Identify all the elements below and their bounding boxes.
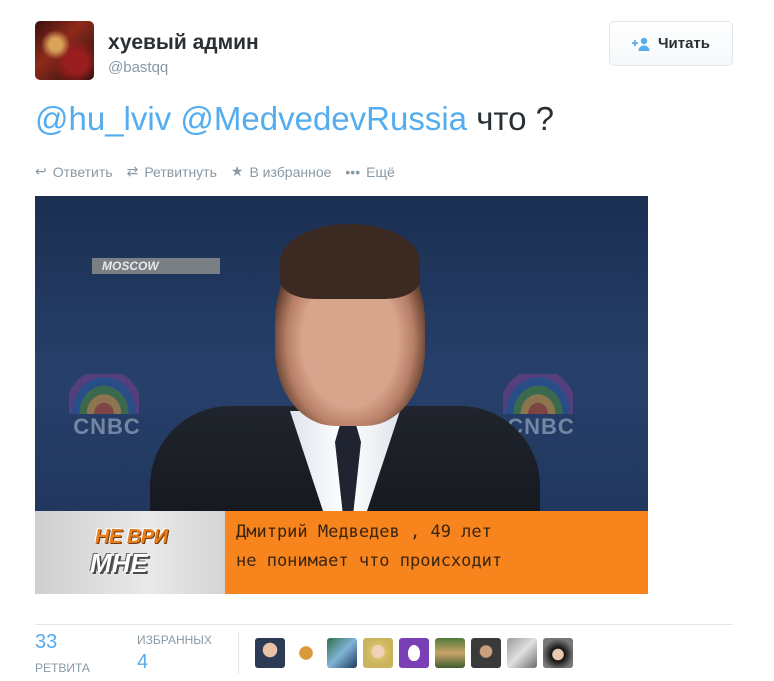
caption-line: Дмитрий Медведев , 49 лет [236,522,492,542]
tweet-stats: 33 РЕТВИТА ИЗБРАННЫХ 4 [35,631,244,675]
author-avatar[interactable] [35,21,94,80]
retweet-stat[interactable]: 33 РЕТВИТА [35,631,105,675]
reply-action[interactable]: ↩ Ответить [35,163,113,180]
more-dots-icon: ••• [345,163,361,180]
tweet-actions: ↩ Ответить ⇄ Ретвитнуть ★ В избранное ••… [35,163,395,180]
egg-icon [408,645,420,661]
cnbc-logo: CNBC [47,374,167,444]
author-name[interactable]: хуевый админ [108,31,259,55]
tweet-text: @hu_lviv @MedvedevRussia что ? [35,100,554,138]
retweet-action[interactable]: ⇄ Ретвитнуть [127,163,217,180]
peacock-icon [503,374,573,414]
favorite-action[interactable]: ★ В избранное [231,163,332,180]
user-avatar[interactable] [507,638,537,668]
reply-label: Ответить [52,163,113,180]
mention-link[interactable]: @MedvedevRussia [180,100,467,137]
follow-button[interactable]: Читать [609,21,733,66]
user-avatar[interactable] [255,638,285,668]
more-label: Ещё [366,163,395,180]
user-avatar[interactable] [291,638,321,668]
favorite-label: В избранное [249,163,332,180]
channel-name: CNBC [73,414,141,439]
favorite-count: 4 [137,651,149,673]
caption-line: не понимает что происходит [236,551,503,571]
author-handle[interactable]: @bastqq [108,59,168,76]
user-avatar[interactable] [327,638,357,668]
more-action[interactable]: ••• Ещё [345,163,394,180]
retweet-stat-label: РЕТВИТА [35,661,90,675]
user-avatar[interactable] [363,638,393,668]
star-icon: ★ [230,163,244,179]
favoriters-list [255,638,573,668]
person-hair [280,224,420,299]
follow-user-icon [631,37,652,51]
favorite-stat-label: ИЗБРАННЫХ [137,633,212,647]
egg-avatar[interactable] [399,638,429,668]
location-tag: MOSCOW [92,258,220,274]
show-logo-text: НЕ ВРИ [95,526,168,548]
retweet-icon: ⇄ [126,163,139,179]
user-avatar[interactable] [471,638,501,668]
tweet-body-text: что ? [476,100,555,137]
retweet-count: 33 [35,631,58,653]
retweet-label: Ретвитнуть [144,163,217,180]
follow-button-label: Читать [657,35,711,52]
user-avatar[interactable] [543,638,573,668]
tweet-media-image[interactable]: MOSCOW CNBC CNBC НЕ ВРИ МНЕ Дмитрий Медв… [35,196,648,594]
stats-divider [35,624,733,625]
favorite-stat[interactable]: ИЗБРАННЫХ 4 [137,631,212,675]
user-avatar[interactable] [435,638,465,668]
stats-separator [238,632,239,674]
peacock-icon [69,374,139,414]
reply-icon: ↩ [35,163,47,179]
show-logo-text: МНЕ [90,548,148,578]
mention-link[interactable]: @hu_lviv [35,100,171,137]
